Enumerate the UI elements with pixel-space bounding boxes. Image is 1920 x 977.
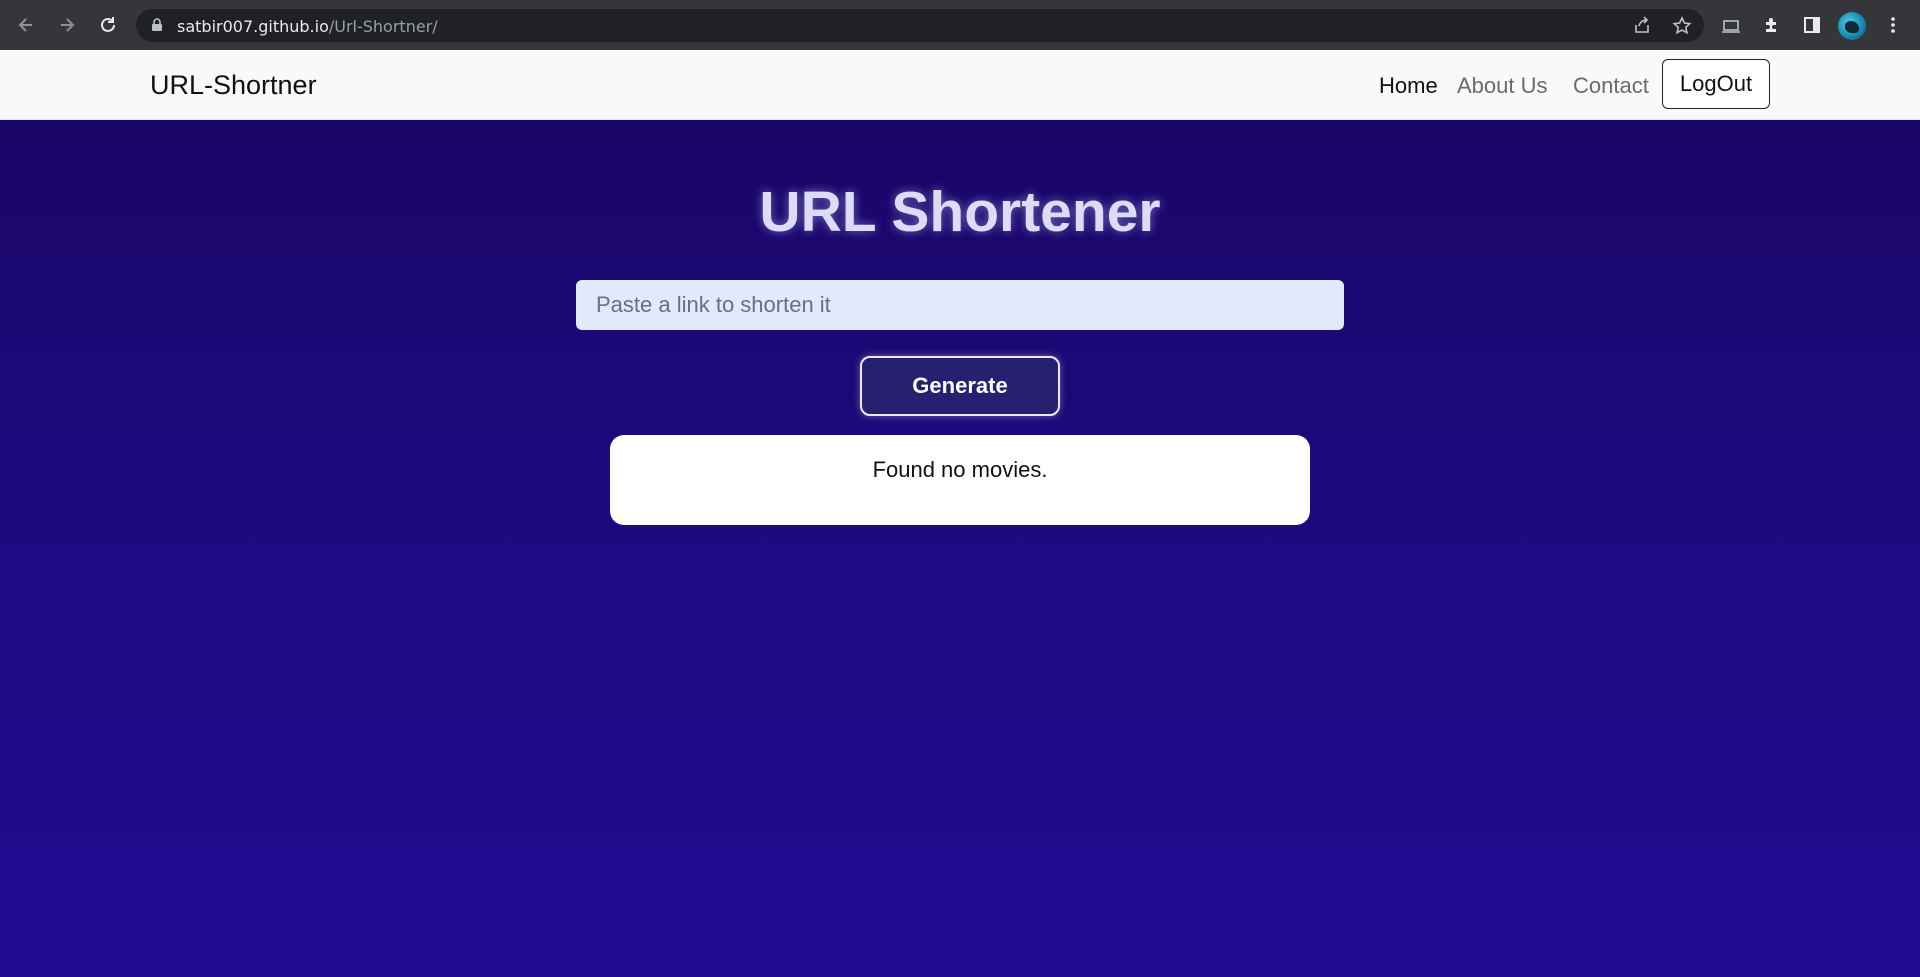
url-input[interactable] — [576, 280, 1344, 330]
lock-icon — [152, 18, 162, 31]
browser-toolbar: satbir007.github.io/Url-Shortner/ — [0, 0, 1920, 50]
url-host: satbir007.github.io — [177, 17, 329, 36]
address-text: satbir007.github.io/Url-Shortner/ — [177, 17, 438, 36]
generate-button[interactable]: Generate — [860, 356, 1060, 416]
side-panel-icon[interactable] — [1801, 14, 1823, 36]
nav-link-contact[interactable]: Contact — [1573, 73, 1649, 99]
reload-icon[interactable] — [96, 13, 120, 37]
cast-icon[interactable] — [1720, 14, 1742, 36]
address-bar[interactable]: satbir007.github.io/Url-Shortner/ — [136, 9, 1704, 42]
nav-link-home[interactable]: Home — [1379, 73, 1438, 99]
menu-dots-icon[interactable] — [1882, 14, 1904, 36]
main-section: URL Shortener Generate Found no movies. — [0, 120, 1920, 977]
result-card: Found no movies. — [610, 435, 1310, 525]
profile-avatar[interactable] — [1838, 12, 1866, 40]
extensions-icon[interactable] — [1761, 14, 1783, 36]
page-title: URL Shortener — [759, 180, 1161, 244]
brand-logo[interactable]: URL-Shortner — [150, 70, 317, 101]
star-icon[interactable] — [1672, 16, 1692, 36]
back-arrow-icon[interactable] — [14, 13, 38, 37]
forward-arrow-icon[interactable] — [55, 13, 79, 37]
logout-button[interactable]: LogOut — [1662, 59, 1770, 109]
url-path: /Url-Shortner/ — [328, 17, 438, 36]
result-message: Found no movies. — [872, 457, 1048, 482]
nav-link-about-us[interactable]: About Us — [1457, 73, 1548, 99]
share-icon[interactable] — [1632, 16, 1652, 36]
site-navbar: URL-Shortner Home About Us Contact LogOu… — [0, 50, 1920, 120]
